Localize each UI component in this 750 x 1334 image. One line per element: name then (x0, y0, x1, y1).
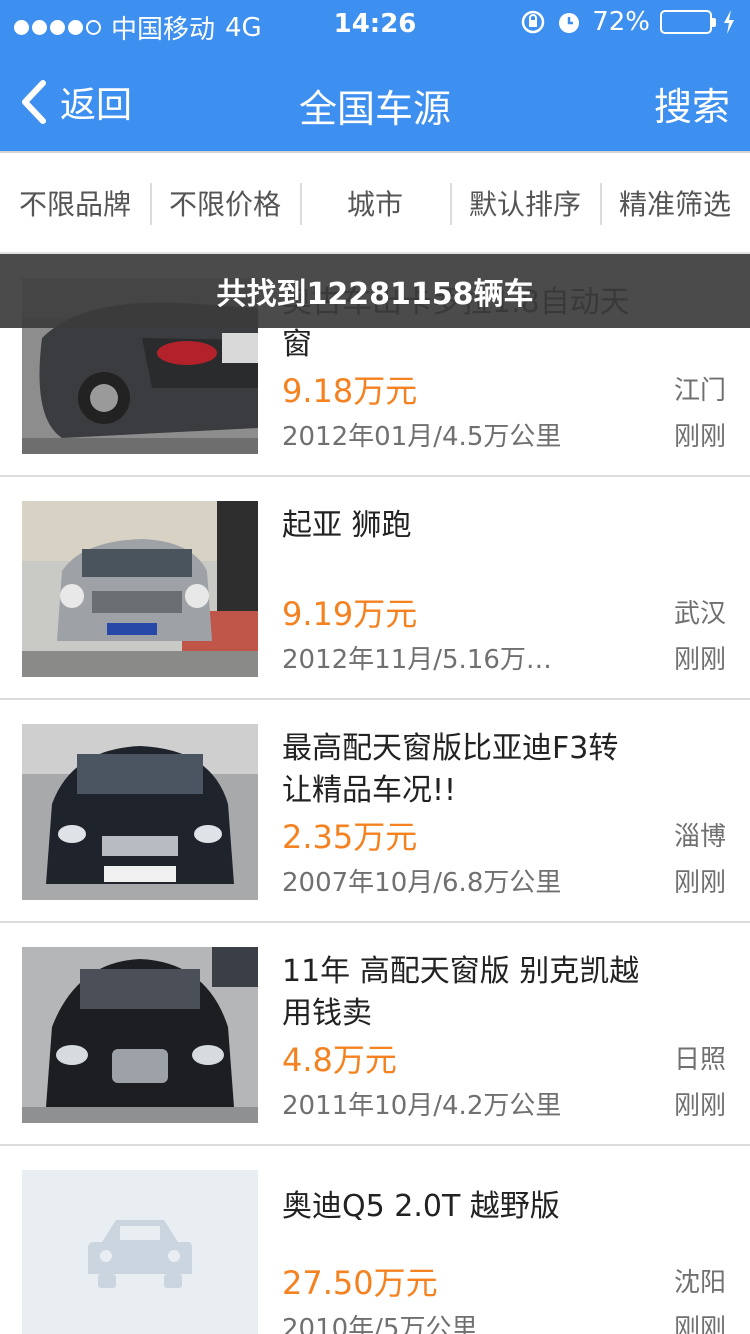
car-photo (22, 947, 258, 1123)
listing-price: 9.18万元 (282, 372, 418, 410)
filter-brand[interactable]: 不限品牌 (0, 153, 150, 252)
listing-meta: 2012年11月/5.16万… (282, 645, 552, 675)
filter-city[interactable]: 城市 (300, 153, 450, 252)
listing-city: 淄博 (673, 822, 726, 852)
listing-price: 27.50万元 (282, 1264, 438, 1302)
status-right: 72% (520, 7, 736, 37)
battery-icon (660, 10, 716, 34)
rotation-lock-icon (521, 10, 545, 34)
navigation-bar: 返回 全国车源 搜索 (0, 48, 750, 151)
list-item[interactable]: 最高配天窗版比亚迪F3转让精品车况!! 2.35万元 2007年10月/6.8万… (0, 700, 750, 923)
list-item[interactable]: 11年 高配天窗版 别克凯越 用钱卖 4.8万元 2011年10月/4.2万公里… (0, 923, 750, 1146)
listing-time: 刚刚 (673, 422, 726, 452)
listing-city: 武汉 (673, 599, 726, 629)
listing-time: 刚刚 (673, 868, 726, 898)
car-photo (22, 501, 258, 677)
listing-city: 沈阳 (673, 1268, 726, 1298)
listing-city: 日照 (673, 1045, 726, 1075)
top-bar: 中国移动 4G 14:26 72% 返回 全国车源 搜索 (0, 0, 750, 151)
listing-time: 刚刚 (673, 1091, 726, 1121)
listing-title: 奥迪Q5 2.0T 越野版 (282, 1189, 560, 1224)
listing-price: 2.35万元 (282, 818, 418, 856)
filter-advanced[interactable]: 精准筛选 (600, 153, 750, 252)
listing-meta: 2007年10月/6.8万公里 (282, 868, 562, 898)
page-title: 全国车源 (298, 87, 451, 131)
status-bar: 中国移动 4G 14:26 72% (0, 0, 750, 48)
car-listing-list: 奥古车出卡罗拉1.8自动天窗 9.18万元 2012年01月/4.5万公里 江门… (0, 254, 750, 1334)
filter-sort[interactable]: 默认排序 (450, 153, 600, 252)
car-photo-placeholder (22, 1170, 258, 1334)
result-count-toast: 共找到12281158辆车 (0, 254, 750, 328)
listing-time: 刚刚 (673, 1314, 726, 1334)
listing-title: 11年 高配天窗版 别克凯越 用钱卖 (282, 954, 670, 1031)
listing-city: 江门 (673, 376, 726, 406)
list-item[interactable]: 起亚 狮跑 9.19万元 2012年11月/5.16万… 武汉 刚刚 (0, 477, 750, 700)
filter-price[interactable]: 不限价格 (150, 153, 300, 252)
listing-time: 刚刚 (673, 645, 726, 675)
listing-price: 4.8万元 (282, 1041, 397, 1079)
filter-bar: 不限品牌 不限价格 城市 默认排序 精准筛选 (0, 151, 750, 254)
car-placeholder-icon (22, 1170, 258, 1334)
listing-meta: 2011年10月/4.2万公里 (282, 1091, 562, 1121)
charging-bolt-icon (724, 10, 734, 34)
list-item[interactable]: 奥迪Q5 2.0T 越野版 27.50万元 2010年/5万公里 沈阳 刚刚 (0, 1146, 750, 1334)
listing-price: 9.19万元 (282, 595, 418, 633)
listing-meta: 2012年01月/4.5万公里 (282, 422, 562, 452)
listing-title: 最高配天窗版比亚迪F3转让精品车况!! (282, 731, 619, 808)
battery-percent: 72% (592, 7, 650, 37)
car-photo (22, 724, 258, 900)
listing-title: 起亚 狮跑 (282, 508, 412, 543)
alarm-icon (559, 13, 580, 33)
listing-meta: 2010年/5万公里 (282, 1314, 478, 1334)
search-button[interactable]: 搜索 (654, 76, 730, 131)
